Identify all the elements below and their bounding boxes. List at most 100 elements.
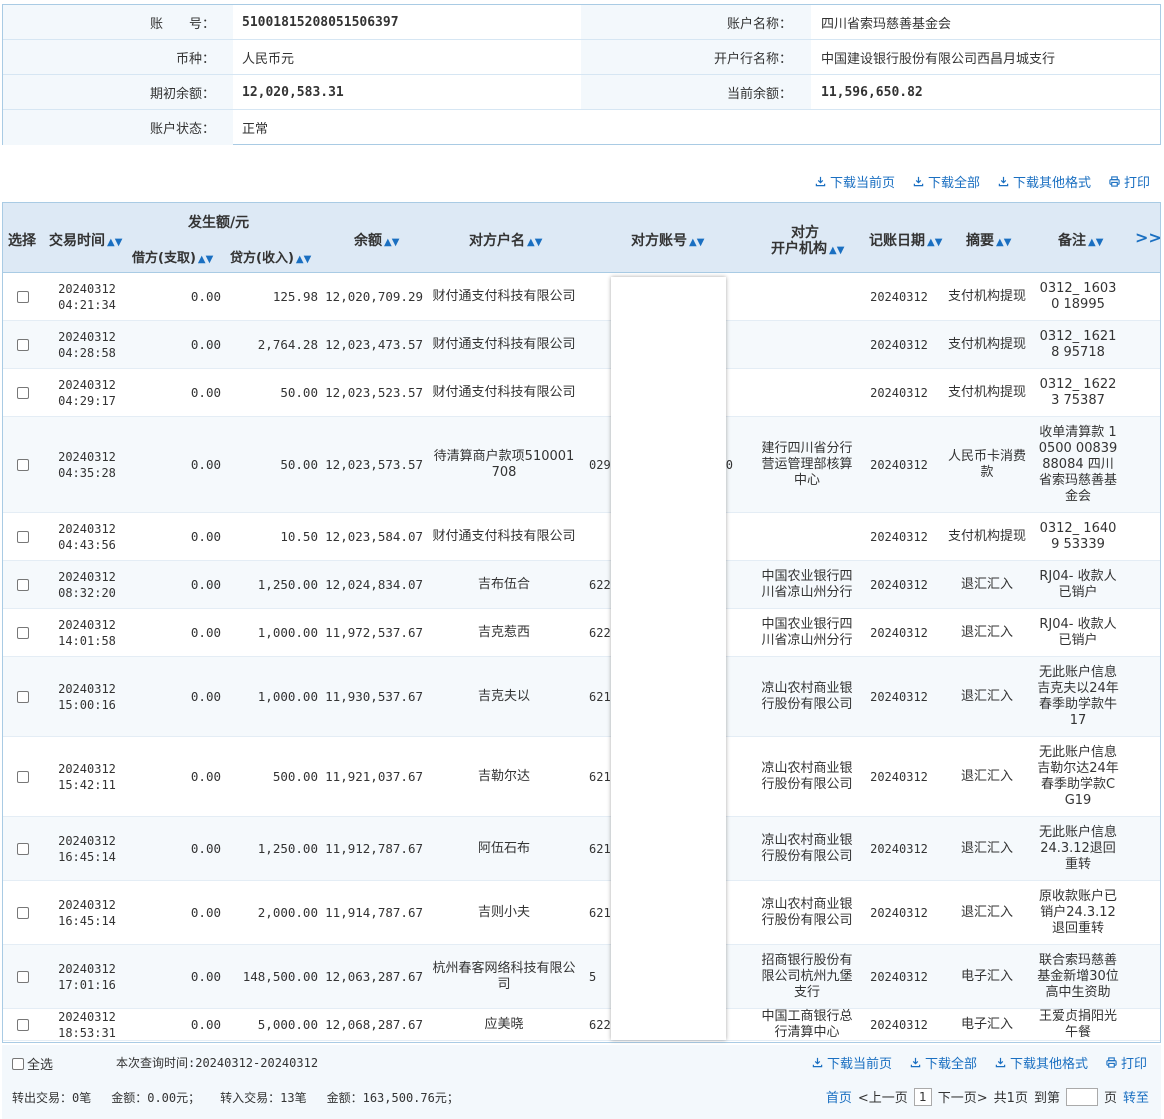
table-row[interactable]: 20240312 16:45:14 0.00 2,000.00 11,914,787.6… xyxy=(3,881,1160,945)
row-checkbox[interactable] xyxy=(17,626,29,639)
outgoing-amount: 金额：0.00元； xyxy=(111,1091,201,1105)
cell-cp-name: 待清算商户款项510001708 xyxy=(431,417,577,512)
balance-value: 12,068,287.67 xyxy=(325,1016,423,1032)
row-checkbox[interactable] xyxy=(17,842,29,855)
cell-cp-name: 财付通支付科技有限公司 xyxy=(431,273,577,320)
row-select-cell xyxy=(3,737,43,816)
header-counterparty-account[interactable]: 对方账号 ▲▼ xyxy=(631,230,704,250)
print-button[interactable]: 打印 xyxy=(1106,1053,1147,1072)
header-counterparty-name[interactable]: 对方户名 ▲▼ xyxy=(469,230,542,250)
account-number-label: 账 号： xyxy=(149,16,215,32)
row-checkbox[interactable] xyxy=(17,530,29,543)
prev-page-link[interactable]: <上一页 xyxy=(858,1087,908,1106)
header-posting-date[interactable]: 记账日期 ▲▼ xyxy=(869,230,942,250)
row-checkbox[interactable] xyxy=(17,578,29,591)
table-row[interactable]: 20240312 15:00:16 0.00 1,000.00 11,930,537.6… xyxy=(3,657,1160,737)
table-row[interactable]: 20240312 04:28:58 0.00 2,764.28 12,023,473.5… xyxy=(3,321,1160,369)
row-checkbox[interactable] xyxy=(17,386,29,399)
balance-value: 12,020,709.29 xyxy=(325,288,423,304)
summary-value: 退汇汇入 xyxy=(960,576,1013,592)
table-row[interactable]: 20240312 15:42:11 0.00 500.00 11,921,037.67 吉… xyxy=(3,737,1160,817)
cell-cp-bank: 招商银行股份有限公司杭州九堡支行 xyxy=(761,945,853,1008)
cell-summary: 退汇汇入 xyxy=(945,657,1029,736)
checkbox[interactable] xyxy=(12,1057,24,1070)
row-checkbox[interactable] xyxy=(17,770,29,783)
download-other-format-button[interactable]: 下载其他格式 xyxy=(998,172,1091,191)
row-checkbox[interactable] xyxy=(17,970,29,983)
summary-value: 人民币卡消费款 xyxy=(947,448,1026,480)
table-row[interactable]: 20240312 16:45:14 0.00 1,250.00 11,912,787.6… xyxy=(3,817,1160,881)
cell-transaction-time: 20240312 16:45:14 xyxy=(43,881,131,944)
cell-post-date: 20240312 xyxy=(861,881,937,944)
transaction-time: 04:43:56 xyxy=(58,537,116,552)
print-button[interactable]: 打印 xyxy=(1109,172,1150,191)
account-info-row: 币种： 人民币元 开户行名称： 中国建设银行股份有限公司西昌月城支行 xyxy=(3,40,1160,75)
cp-bank-value: 中国农业银行四川省凉山州分行 xyxy=(761,568,853,600)
counterparty-account: 5 xyxy=(589,969,597,984)
transaction-time: 15:00:16 xyxy=(58,697,116,712)
cell-credit: 500.00 xyxy=(221,737,318,816)
header-remark[interactable]: 备注 ▲▼ xyxy=(1058,230,1103,250)
expand-columns-button[interactable]: >> xyxy=(1135,228,1160,247)
header-debit[interactable]: 借方(支取) ▲▼ xyxy=(132,247,213,266)
table-row[interactable]: 20240312 18:53:31 0.00 5,000.00 12,068,287.6… xyxy=(3,1009,1160,1041)
cell-remark: 0312_ 16218 95718 xyxy=(1037,321,1119,368)
top-toolbar: 下载当前页 下载全部 下载其他格式 打印 xyxy=(815,172,1150,191)
table-row[interactable]: 20240312 04:35:28 0.00 50.00 12,023,573.57 待清… xyxy=(3,417,1160,513)
table-row[interactable]: 20240312 04:29:17 0.00 50.00 12,023,523.57 财付… xyxy=(3,369,1160,417)
table-row[interactable]: 20240312 14:01:58 0.00 1,000.00 11,972,537.6… xyxy=(3,609,1160,657)
row-checkbox[interactable] xyxy=(17,290,29,303)
transaction-time: 16:45:14 xyxy=(58,913,116,928)
go-button[interactable]: 转至 xyxy=(1123,1087,1149,1106)
sort-icon: ▲▼ xyxy=(295,254,312,265)
transaction-time: 14:01:58 xyxy=(58,633,116,648)
cell-cp-name: 吉克惹西 xyxy=(431,609,577,656)
opening-balance-label: 期初余额： xyxy=(149,86,215,102)
header-credit[interactable]: 贷方(收入) ▲▼ xyxy=(230,247,311,266)
credit-value: 10.50 xyxy=(280,528,318,544)
post-date-value: 20240312 xyxy=(870,689,928,704)
credit-value: 125.98 xyxy=(272,288,318,304)
cp-bank-value: 中国工商银行总行清算中心 xyxy=(761,1008,853,1040)
cp-name-value: 吉勒尔达 xyxy=(477,768,530,784)
cell-post-date: 20240312 xyxy=(861,737,937,816)
cell-credit: 2,764.28 xyxy=(221,321,318,368)
row-select-cell xyxy=(3,1009,43,1040)
header-summary[interactable]: 摘要 ▲▼ xyxy=(966,230,1011,250)
cell-credit: 1,000.00 xyxy=(221,609,318,656)
row-checkbox[interactable] xyxy=(17,906,29,919)
summary-line: 转出交易：0笔 金额：0.00元； 转入交易：13笔 金额：163,500.76… xyxy=(12,1089,459,1106)
download-other-format-button[interactable]: 下载其他格式 xyxy=(995,1053,1088,1072)
table-row[interactable]: 20240312 04:43:56 0.00 10.50 12,023,584.07 财付… xyxy=(3,513,1160,561)
download-all-button[interactable]: 下载全部 xyxy=(910,1053,977,1072)
row-select-cell xyxy=(3,273,43,320)
table-row[interactable]: 20240312 04:21:34 0.00 125.98 12,020,709.29 财… xyxy=(3,273,1160,321)
header-balance[interactable]: 余额 ▲▼ xyxy=(354,230,399,250)
row-checkbox[interactable] xyxy=(17,1018,29,1031)
table-row[interactable]: 20240312 17:01:16 0.00 148,500.00 12,063,287… xyxy=(3,945,1160,1009)
first-page-link[interactable]: 首页 xyxy=(826,1087,852,1106)
cell-cp-name: 吉布伍合 xyxy=(431,561,577,608)
next-page-link[interactable]: 下一页> xyxy=(938,1087,988,1106)
cell-remark: 王爱贞捐阳光午餐 xyxy=(1037,1009,1119,1040)
cell-remark: RJ04- 收款人已销户 xyxy=(1037,609,1119,656)
download-page-button[interactable]: 下载当前页 xyxy=(812,1053,892,1072)
row-checkbox[interactable] xyxy=(17,458,29,471)
header-transaction-time[interactable]: 交易时间 ▲▼ xyxy=(49,230,122,250)
header-counterparty-bank[interactable]: 开户机构 ▲▼ xyxy=(771,238,844,258)
row-checkbox[interactable] xyxy=(17,338,29,351)
row-checkbox[interactable] xyxy=(17,690,29,703)
page-number-input[interactable] xyxy=(1065,1087,1098,1106)
table-row[interactable]: 20240312 08:32:20 0.00 1,250.00 12,024,834.0… xyxy=(3,561,1160,609)
download-all-button[interactable]: 下载全部 xyxy=(913,172,980,191)
select-all-checkbox[interactable]: 全选 xyxy=(12,1054,53,1073)
remark-value: 无此账户信息吉勒尔达24年春季助学款CG19 xyxy=(1037,744,1119,808)
transaction-time: 15:42:11 xyxy=(58,777,116,792)
current-page[interactable]: 1 xyxy=(913,1087,932,1106)
remark-value: 0312_ 16409 53339 xyxy=(1039,520,1117,552)
debit-value: 0.00 xyxy=(190,288,221,304)
credit-value: 148,500.00 xyxy=(242,968,318,984)
cp-name-value: 吉则小夫 xyxy=(477,904,530,920)
debit-value: 0.00 xyxy=(190,336,221,352)
download-page-button[interactable]: 下载当前页 xyxy=(815,172,895,191)
